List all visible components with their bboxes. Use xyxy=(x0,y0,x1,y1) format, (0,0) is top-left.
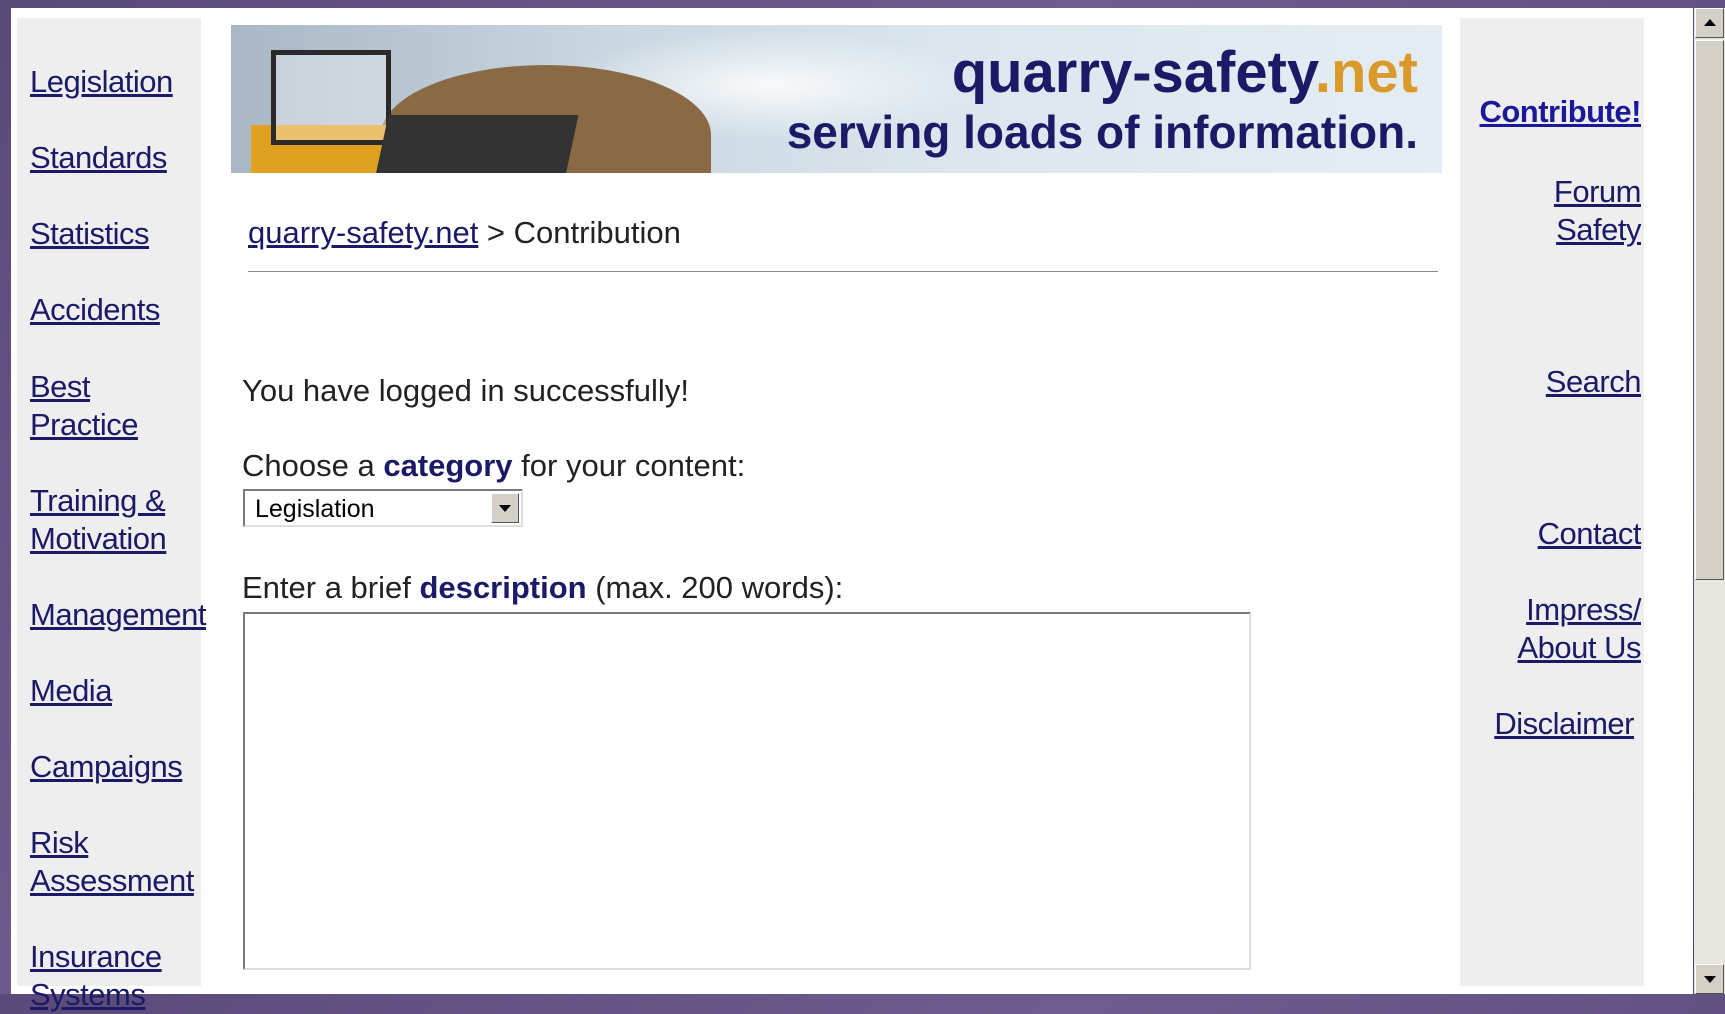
nav-item-statistics[interactable]: Statistics xyxy=(30,215,150,253)
nav-item-accidents[interactable]: Accidents xyxy=(30,291,160,329)
nav-item-legislation[interactable]: Legislation xyxy=(30,63,173,101)
nav-item-media[interactable]: Media xyxy=(30,672,112,710)
category-select[interactable]: Legislation xyxy=(243,489,523,527)
contribute-link[interactable]: Contribute! xyxy=(1479,93,1641,131)
site-name-tld: .net xyxy=(1314,40,1418,105)
nav-item-label: Media xyxy=(30,673,112,708)
nav-item-risk-assessment[interactable]: Risk Assessment xyxy=(30,824,194,900)
description-label: Enter a brief description (max. 200 word… xyxy=(242,570,843,606)
site-logo-text: quarry-safety.net xyxy=(952,39,1418,106)
impress-link-line: About Us xyxy=(1517,630,1641,665)
category-label-bold: category xyxy=(383,448,513,483)
nav-item-label: Training & xyxy=(30,483,166,518)
scroll-up-icon[interactable] xyxy=(1695,8,1724,38)
nav-item-label: Practice xyxy=(30,407,138,442)
description-label-text: (max. 200 words): xyxy=(586,570,844,605)
right-nav: Contribute! Forum Safety Search Contact … xyxy=(1460,18,1644,986)
nav-item-training-motivation[interactable]: Training & Motivation xyxy=(30,482,167,558)
site-banner: quarry-safety.net serving loads of infor… xyxy=(231,25,1442,173)
impress-about-link[interactable]: Impress/ About Us xyxy=(1517,591,1641,667)
nav-item-label: Accidents xyxy=(30,292,160,327)
banner-loader-bucket xyxy=(373,115,579,173)
nav-item-label: Assessment xyxy=(30,863,194,898)
nav-item-label: Systems xyxy=(30,977,146,1012)
category-label-text: Choose a xyxy=(242,448,384,483)
disclaimer-link[interactable]: Disclaimer xyxy=(1494,705,1634,743)
nav-item-label: Motivation xyxy=(30,521,167,556)
category-select-value: Legislation xyxy=(255,495,375,523)
nav-item-label: Campaigns xyxy=(30,749,183,784)
breadcrumb-current: Contribution xyxy=(513,215,681,250)
forum-link-line: Safety xyxy=(1556,212,1641,247)
nav-item-label: Legislation xyxy=(30,64,173,99)
description-textarea[interactable] xyxy=(243,612,1251,970)
site-tagline: serving loads of information. xyxy=(786,106,1418,158)
nav-item-campaigns[interactable]: Campaigns xyxy=(30,748,183,786)
scrollbar-thumb[interactable] xyxy=(1695,40,1724,580)
nav-item-management[interactable]: Management xyxy=(30,596,206,634)
forum-link-line: Forum xyxy=(1553,174,1642,209)
breadcrumb-divider xyxy=(248,271,1438,272)
site-name-main: quarry-safety xyxy=(951,40,1315,105)
nav-item-label: Statistics xyxy=(30,216,150,251)
nav-item-label: Risk xyxy=(30,825,89,860)
vertical-scrollbar[interactable] xyxy=(1694,8,1725,994)
category-label-text: for your content: xyxy=(512,448,746,483)
scroll-down-icon[interactable] xyxy=(1695,964,1724,994)
nav-item-label: Management xyxy=(30,597,206,632)
breadcrumb: quarry-safety.net > Contribution xyxy=(248,215,681,251)
search-link[interactable]: Search xyxy=(1546,363,1642,401)
nav-item-label: Insurance xyxy=(30,939,162,974)
nav-item-label: Standards xyxy=(30,140,167,175)
nav-item-standards[interactable]: Standards xyxy=(30,139,167,177)
nav-item-label: Best xyxy=(30,369,91,404)
banner-loader-cab xyxy=(271,50,391,145)
impress-link-line: Impress/ xyxy=(1526,592,1641,627)
nav-item-best-practice[interactable]: Best Practice xyxy=(30,368,138,444)
contact-link[interactable]: Contact xyxy=(1538,515,1642,553)
breadcrumb-separator: > xyxy=(478,215,514,250)
nav-item-insurance-systems[interactable]: Insurance Systems xyxy=(30,938,162,1014)
description-label-text: Enter a brief xyxy=(242,570,420,605)
breadcrumb-home-link[interactable]: quarry-safety.net xyxy=(248,215,478,250)
left-nav: Legislation Standards Statistics Acciden… xyxy=(17,18,206,1012)
forum-safety-link[interactable]: Forum Safety xyxy=(1553,173,1642,249)
category-label: Choose a category for your content: xyxy=(242,448,745,484)
login-success-message: You have logged in successfully! xyxy=(242,373,689,408)
chevron-down-icon[interactable] xyxy=(491,493,519,523)
description-label-bold: description xyxy=(419,570,587,605)
